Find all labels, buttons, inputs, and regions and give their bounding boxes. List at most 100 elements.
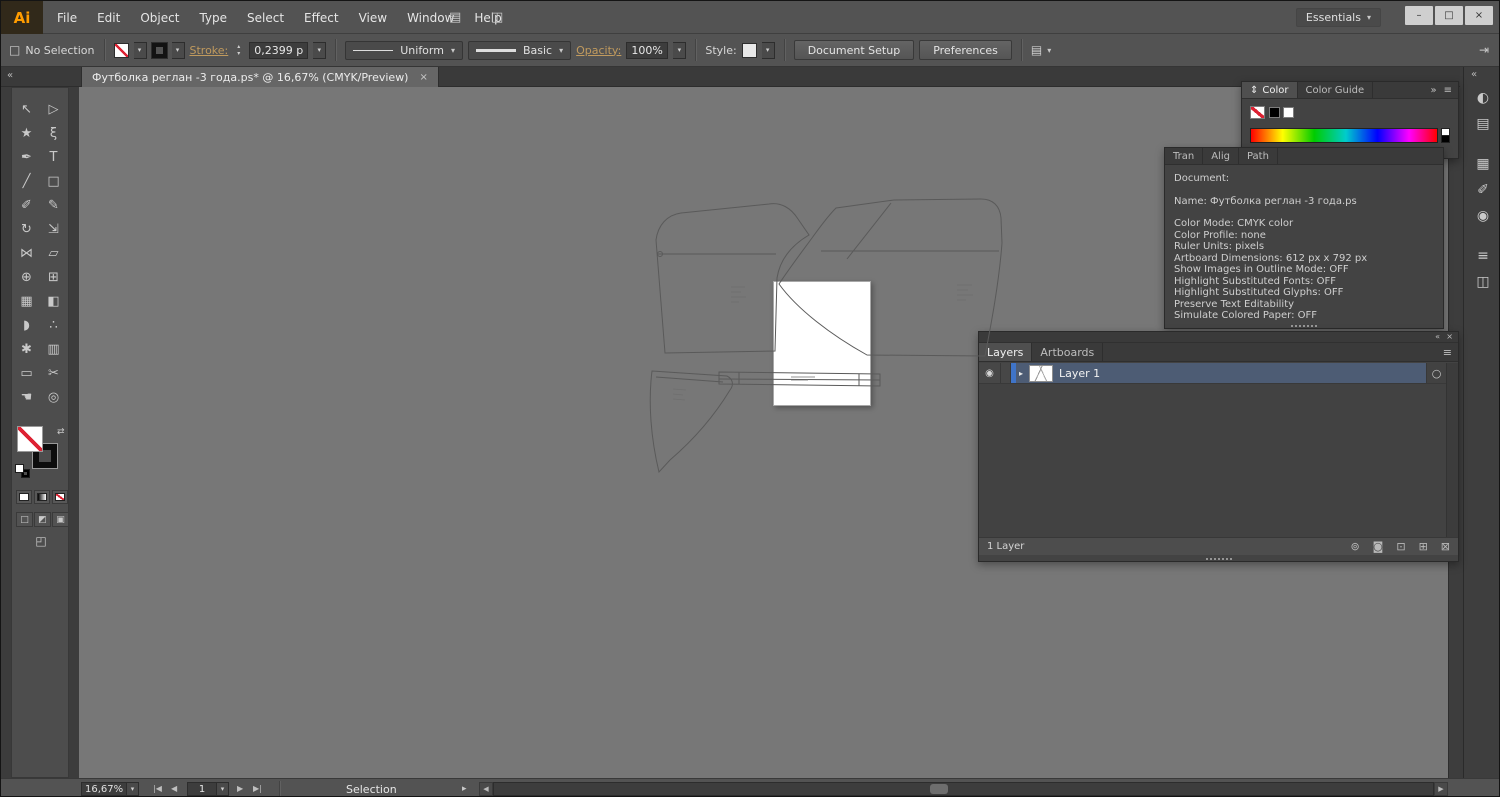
menu-type[interactable]: Type [189,11,237,25]
rotate-tool[interactable]: ↻ [13,217,40,241]
stroke-weight-dropdown-icon[interactable]: ▾ [313,41,327,59]
appearance-panel-icon[interactable]: ◫ [1468,269,1498,295]
swap-fill-stroke-icon[interactable]: ⇄ [57,427,65,437]
artboard-number-input[interactable]: 1 [187,782,217,796]
first-artboard-button[interactable]: |◀ [153,784,162,793]
draw-inside-button[interactable]: ▣ [52,512,69,527]
menu-object[interactable]: Object [130,11,189,25]
stroke-weight-input[interactable]: 0,2399 p [249,41,309,59]
symbols-panel-icon[interactable]: ◉ [1468,203,1498,229]
selection-tool[interactable]: ↖ [13,97,40,121]
pattern-piece-front[interactable] [778,198,1003,357]
document-tab-close-icon[interactable]: × [419,72,427,83]
stroke-label[interactable]: Stroke: [190,44,229,57]
perspective-grid-tool[interactable]: ⊞ [40,265,67,289]
gradient-mode-button[interactable] [34,490,50,504]
paintbrush-tool[interactable]: ✐ [13,193,40,217]
style-dropdown-icon[interactable]: ▾ [761,41,775,59]
dock-expand-icon[interactable]: « [1471,69,1477,80]
line-segment-tool[interactable]: ╱ [13,169,40,193]
type-tool[interactable]: T [40,145,67,169]
preferences-button[interactable]: Preferences [919,40,1012,60]
color-mode-button[interactable] [16,490,32,504]
color-panel-icon[interactable]: ◐ [1468,85,1498,111]
swatches-panel-icon[interactable]: ▦ [1468,151,1498,177]
brushes-panel-icon[interactable]: ✐ [1468,177,1498,203]
magic-wand-tool[interactable]: ★ [13,121,40,145]
next-artboard-button[interactable]: ▶ [237,784,243,793]
minimize-button[interactable]: – [1405,6,1433,25]
gradient-tool[interactable]: ◧ [40,289,67,313]
direct-selection-tool[interactable]: ▷ [40,97,67,121]
document-tab[interactable]: Футболка реглан -3 года.ps* @ 16,67% (CM… [81,67,439,87]
fill-color-dropdown-icon[interactable]: ▾ [133,41,147,59]
menu-effect[interactable]: Effect [294,11,349,25]
zoom-dropdown-icon[interactable]: ▾ [127,782,139,796]
horizontal-scrollbar[interactable] [493,782,1434,796]
free-transform-tool[interactable]: ▱ [40,241,67,265]
canvas[interactable] [79,87,1448,778]
close-button[interactable]: × [1465,6,1493,25]
slice-tool[interactable]: ✂ [40,361,67,385]
opacity-dropdown-icon[interactable]: ▾ [673,41,687,59]
brush-definition-select[interactable]: Basic ▾ [467,40,572,60]
last-artboard-button[interactable]: ▶| [253,784,262,793]
opacity-input[interactable]: 100% [626,41,669,59]
stepper-up-icon[interactable]: ▴ [237,43,240,50]
scale-tool[interactable]: ⇲ [40,217,67,241]
opacity-label[interactable]: Opacity: [576,44,621,57]
align-options-dropdown-icon[interactable]: ▾ [1047,46,1051,55]
zoom-level-input[interactable]: 16,67% [81,782,127,796]
menu-select[interactable]: Select [237,11,294,25]
workspace-switcher[interactable]: Essentials ▾ [1295,8,1381,27]
pen-tool[interactable]: ✒ [13,145,40,169]
shape-builder-tool[interactable]: ⊕ [13,265,40,289]
previous-artboard-button[interactable]: ◀ [171,784,177,793]
stroke-color-swatch[interactable] [150,41,168,59]
column-graph-tool[interactable]: ▥ [40,337,67,361]
rectangle-tool[interactable]: □ [40,169,67,193]
stepper-down-icon[interactable]: ▾ [237,50,240,57]
hand-tool[interactable]: ☚ [13,385,40,409]
toolbar-collapse-icon[interactable]: « [7,70,13,81]
control-bar-menu-icon[interactable]: ⇥ [1479,43,1489,57]
scroll-left-button[interactable]: ◀ [479,782,493,796]
pattern-piece-sleeve[interactable] [649,370,733,474]
menu-file[interactable]: File [47,11,87,25]
blend-tool[interactable]: ∴ [40,313,67,337]
draw-behind-button[interactable]: ◩ [34,512,51,527]
fill-color-well[interactable] [17,426,43,452]
menu-view[interactable]: View [349,11,397,25]
stroke-color-dropdown-icon[interactable]: ▾ [171,41,185,59]
fill-color-swatch[interactable] [113,42,129,58]
screen-mode-button[interactable]: ◰ [12,534,70,548]
arrange-documents-icon[interactable]: ◫ [491,10,503,25]
document-setup-button[interactable]: Document Setup [793,40,915,60]
stroke-weight-stepper[interactable]: ▴ ▾ [233,43,244,57]
artboard-dropdown-icon[interactable]: ▾ [217,782,229,796]
status-flyout-icon[interactable]: ▸ [462,784,467,794]
menu-edit[interactable]: Edit [87,11,130,25]
zoom-tool[interactable]: ◎ [40,385,67,409]
pattern-piece-back[interactable] [655,203,810,354]
stroke-panel-icon[interactable]: ≡ [1468,243,1498,269]
none-mode-button[interactable] [52,490,68,504]
scroll-right-button[interactable]: ▶ [1434,782,1448,796]
menu-help[interactable]: Help [464,11,511,25]
maximize-button[interactable]: □ [1435,6,1463,25]
width-tool[interactable]: ⋈ [13,241,40,265]
variable-width-profile-select[interactable]: Uniform ▾ [345,40,463,60]
eyedropper-tool[interactable]: ◗ [13,313,40,337]
style-swatch[interactable] [741,42,757,58]
mesh-tool[interactable]: ▦ [13,289,40,313]
color-guide-panel-icon[interactable]: ▤ [1468,111,1498,137]
pencil-tool[interactable]: ✎ [40,193,67,217]
symbol-sprayer-tool[interactable]: ✱ [13,337,40,361]
lasso-tool[interactable]: ξ [40,121,67,145]
align-options-icon[interactable]: ▤ [1031,43,1042,57]
default-fill-stroke-icon[interactable] [15,464,31,478]
bridge-icon[interactable]: ▤ [449,10,461,25]
horizontal-scrollbar-thumb[interactable] [930,784,948,794]
draw-normal-button[interactable]: □ [16,512,33,527]
artboard-tool[interactable]: ▭ [13,361,40,385]
